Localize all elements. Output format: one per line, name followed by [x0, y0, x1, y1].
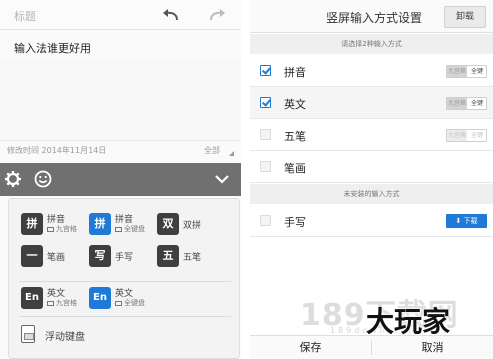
- ime-option-sublabel: 九宫格: [47, 224, 77, 234]
- floating-keyboard-label: 浮动键盘: [45, 332, 85, 343]
- keyboard-icon: [115, 300, 122, 306]
- checkbox-checked[interactable]: [260, 65, 271, 76]
- ime-option-pinyin-9key[interactable]: 拼 拼音 九宫格: [21, 211, 85, 239]
- redo-button[interactable]: [206, 5, 228, 25]
- emoji-button[interactable]: [34, 170, 52, 188]
- undo-button[interactable]: [160, 5, 182, 25]
- ime-row-label: 笔画: [284, 162, 306, 175]
- modified-date: 修改时间 2014年11月14日: [7, 146, 107, 155]
- ime-row-label: 手写: [284, 216, 306, 229]
- ime-row-label: 拼音: [284, 66, 306, 79]
- download-button[interactable]: ⬇ 下载: [446, 214, 487, 228]
- panel-gap: [241, 0, 250, 359]
- ime-option-label: 手写: [115, 253, 134, 263]
- note-editor-area[interactable]: [0, 60, 241, 140]
- collapse-keyboard-button[interactable]: [214, 172, 230, 186]
- layout-toggle[interactable]: 九宫格 全键: [446, 97, 487, 110]
- ime-option-label: 五笔: [183, 253, 202, 263]
- handwriting-tile-icon: 写: [89, 245, 111, 267]
- layout-toggle[interactable]: 九宫格 全键: [446, 129, 487, 142]
- layout-toggle-9key[interactable]: 九宫格: [447, 130, 467, 141]
- layout-toggle-full[interactable]: 全键: [467, 66, 486, 77]
- corner-triangle-icon: [229, 151, 234, 156]
- ime-option-english-9key[interactable]: En 英文 九宫格: [21, 285, 85, 313]
- ime-row-english[interactable]: 英文 九宫格 全键: [250, 87, 493, 119]
- gear-icon: [5, 171, 21, 187]
- divider: [19, 281, 231, 282]
- ime-option-shuangpin[interactable]: 双 双拼: [157, 211, 217, 239]
- watermark-brand: 大玩家: [366, 305, 451, 338]
- note-title-placeholder[interactable]: 标题: [14, 8, 36, 24]
- keyboard-toolbar: [0, 163, 241, 196]
- checkbox-disabled: [260, 215, 271, 226]
- section-hint-uninstalled: 未安装的输入方式: [250, 184, 493, 204]
- download-icon: ⬇: [455, 217, 462, 225]
- ime-option-english-full[interactable]: En 英文 全键盘: [89, 285, 153, 313]
- page-title: 竖屏输入方式设置: [326, 11, 423, 25]
- note-body-text[interactable]: 输入法谁更好用: [14, 40, 91, 56]
- english-tile-icon: En: [21, 287, 43, 309]
- category-all[interactable]: 全部: [204, 145, 220, 156]
- settings-header: 竖屏输入方式设置 卸载: [250, 0, 493, 33]
- ime-option-sublabel: 全键盘: [115, 298, 145, 308]
- ime-option-wubi[interactable]: 五 五笔: [157, 243, 217, 271]
- redo-icon: [210, 9, 225, 21]
- keyboard-icon: [47, 226, 54, 232]
- ime-option-pinyin-full[interactable]: 拼 拼音 全键盘: [89, 211, 153, 239]
- ime-option-stroke[interactable]: 一 笔画: [21, 243, 85, 271]
- note-header: 标题: [0, 0, 241, 30]
- layout-toggle-9key[interactable]: 九宫格: [447, 98, 467, 109]
- ime-option-label: 双拼: [183, 221, 202, 231]
- layout-toggle-full[interactable]: 全键: [467, 98, 486, 109]
- ime-option-sublabel: 全键盘: [115, 224, 145, 234]
- undo-icon: [163, 9, 178, 21]
- layout-toggle-full[interactable]: 全键: [467, 130, 486, 141]
- ime-option-sublabel: 九宫格: [47, 298, 77, 308]
- ime-row-handwriting[interactable]: 手写 ⬇ 下载: [250, 205, 493, 237]
- stroke-tile-icon: 一: [21, 245, 43, 267]
- settings-button[interactable]: [4, 170, 22, 188]
- download-label: 下载: [463, 217, 478, 225]
- checkbox-unchecked[interactable]: [260, 129, 271, 140]
- divider: [19, 316, 231, 317]
- notes-app-panel: 标题 输入法谁更好用 修改时间 2014年11月14日 全部 拼 拼音 九宫格 …: [0, 0, 241, 359]
- smiley-icon: [34, 170, 52, 188]
- ime-option-label: 笔画: [47, 253, 66, 263]
- ime-row-stroke[interactable]: 笔画: [250, 151, 493, 183]
- input-method-panel: 拼 拼音 九宫格 拼 拼音 全键盘 双 双拼 一 笔画 写 手写 五 五笔 En…: [8, 198, 240, 359]
- keyboard-icon: [47, 300, 54, 306]
- pinyin-tile-icon: 拼: [89, 213, 111, 235]
- ime-row-label: 英文: [284, 98, 306, 111]
- checkbox-checked[interactable]: [260, 97, 271, 108]
- pinyin-tile-icon: 拼: [21, 213, 43, 235]
- keyboard-icon: [115, 226, 122, 232]
- layout-toggle-9key[interactable]: 九宫格: [447, 66, 467, 77]
- uninstall-button[interactable]: 卸载: [444, 6, 486, 28]
- ime-row-pinyin[interactable]: 拼音 九宫格 全键: [250, 55, 493, 87]
- layout-toggle[interactable]: 九宫格 全键: [446, 65, 487, 78]
- section-hint-select: 请选择2种输入方式: [250, 34, 493, 54]
- wubi-tile-icon: 五: [157, 245, 179, 267]
- english-tile-icon: En: [89, 287, 111, 309]
- chevron-down-icon: [215, 175, 229, 184]
- save-button[interactable]: 保存: [250, 336, 371, 359]
- note-meta-bar: 修改时间 2014年11月14日 全部: [0, 140, 241, 160]
- shuangpin-tile-icon: 双: [157, 213, 179, 235]
- floating-keyboard-icon: [21, 325, 35, 343]
- checkbox-unchecked[interactable]: [260, 161, 271, 172]
- floating-keyboard-option[interactable]: 浮动键盘: [21, 324, 141, 346]
- ime-row-label: 五笔: [284, 130, 306, 143]
- ime-option-handwriting[interactable]: 写 手写: [89, 243, 153, 271]
- ime-row-wubi[interactable]: 五笔 九宫格 全键: [250, 119, 493, 151]
